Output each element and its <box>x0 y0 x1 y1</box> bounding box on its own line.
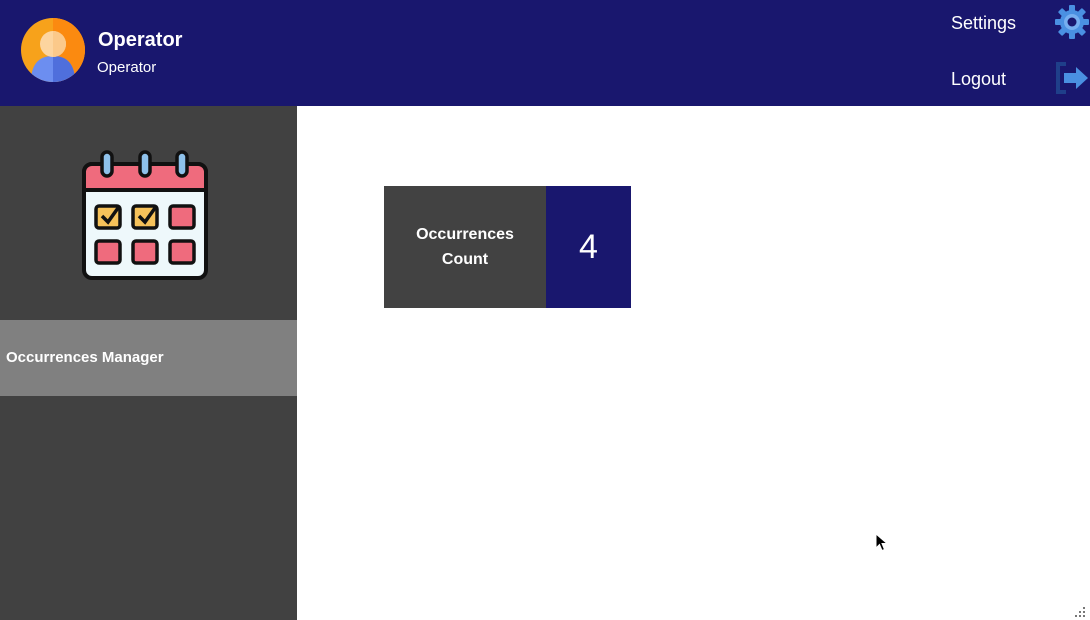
mouse-cursor-icon <box>875 533 889 552</box>
header-bar: Operator Operator Settings Logout <box>0 0 1090 106</box>
user-role: Operator <box>97 59 157 76</box>
count-value: 4 <box>579 228 598 266</box>
settings-link[interactable]: Settings <box>951 11 1016 35</box>
gear-icon[interactable] <box>1054 4 1090 40</box>
user-avatar-icon <box>21 18 85 82</box>
resize-grip-icon[interactable] <box>1074 606 1086 618</box>
sidebar-item-label: Occurrences Manager <box>6 349 164 366</box>
count-label-box: Occurrences Count <box>384 186 546 308</box>
user-name: Operator <box>98 29 183 51</box>
occurrences-count-card: Occurrences Count 4 <box>384 186 631 308</box>
sidebar: Occurrences Manager <box>0 106 297 620</box>
count-value-box: 4 <box>546 186 631 308</box>
sidebar-item-occurrences-manager[interactable]: Occurrences Manager <box>0 320 297 396</box>
app-window: Operator Operator Settings Logout Occurr… <box>0 0 1090 620</box>
logout-icon[interactable] <box>1054 60 1090 96</box>
count-label: Occurrences Count <box>416 226 514 268</box>
main-content: Occurrences Count 4 <box>297 106 1090 620</box>
logout-link[interactable]: Logout <box>951 67 1006 91</box>
calendar-icon <box>82 150 208 280</box>
